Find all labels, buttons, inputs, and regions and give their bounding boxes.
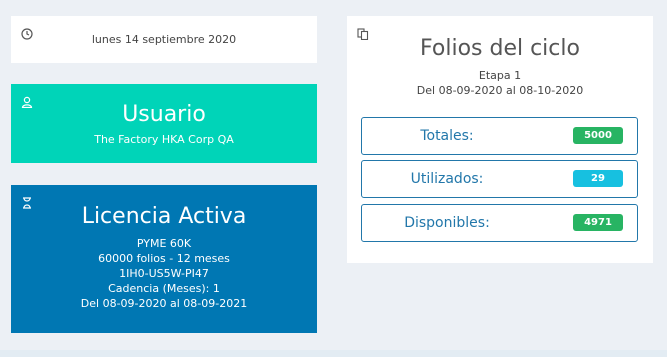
date-card: lunes 14 septiembre 2020 <box>11 16 317 63</box>
badge-totales: 5000 <box>573 127 623 144</box>
bottom-panel-edge <box>0 350 667 357</box>
license-plan: PYME 60K <box>136 237 192 250</box>
current-date: lunes 14 septiembre 2020 <box>91 33 237 46</box>
badge-disponibles: 4971 <box>573 214 623 231</box>
folios-card: Folios del ciclo Etapa 1 Del 08-09-2020 … <box>347 16 653 263</box>
copy-icon <box>357 25 369 44</box>
user-card-title: Usuario <box>122 102 206 127</box>
license-card-title: Licencia Activa <box>81 204 247 229</box>
license-code: 1IH0-US5W-PI47 <box>119 267 209 280</box>
stat-label-utilizados: Utilizados: <box>410 171 484 187</box>
folios-period: Del 08-09-2020 al 08-10-2020 <box>416 84 584 97</box>
stat-row-totales: Totales: 5000 <box>361 117 638 155</box>
badge-utilizados: 29 <box>573 170 623 187</box>
license-card: Licencia Activa PYME 60K 60000 folios - … <box>11 185 317 333</box>
license-cadence: Cadencia (Meses): 1 <box>108 282 220 295</box>
license-period: Del 08-09-2020 al 08-09-2021 <box>80 297 248 310</box>
folios-card-title: Folios del ciclo <box>420 36 580 61</box>
user-icon <box>21 93 33 112</box>
stat-row-disponibles: Disponibles: 4971 <box>361 204 638 242</box>
stat-row-utilizados: Utilizados: 29 <box>361 160 638 198</box>
license-folios: 60000 folios - 12 meses <box>98 252 230 265</box>
hourglass-icon <box>22 194 32 213</box>
folios-stage: Etapa 1 <box>478 69 522 82</box>
user-company: The Factory HKA Corp QA <box>94 133 234 146</box>
stat-label-totales: Totales: <box>420 128 474 144</box>
user-card: Usuario The Factory HKA Corp QA <box>11 84 317 163</box>
stat-label-disponibles: Disponibles: <box>404 215 490 231</box>
